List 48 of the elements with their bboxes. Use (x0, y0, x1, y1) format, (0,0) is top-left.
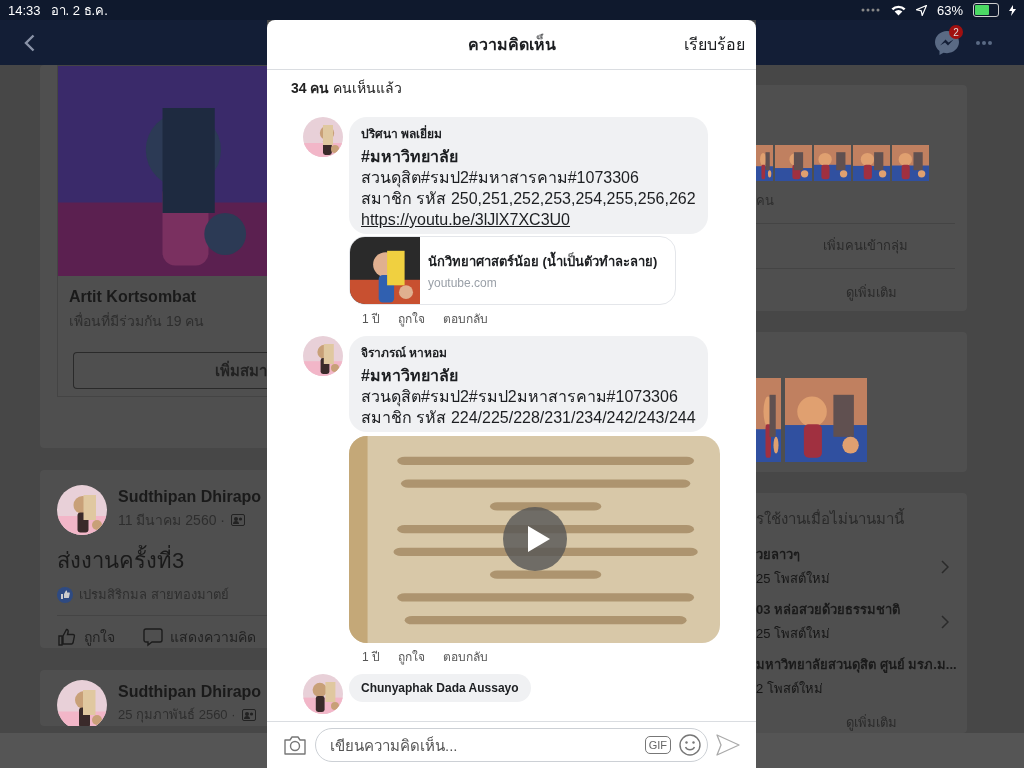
reply-link[interactable]: ตอบกลับ (443, 309, 488, 328)
done-button[interactable]: เรียบร้อย (684, 32, 745, 57)
gif-button[interactable]: GIF (644, 736, 671, 754)
new-posts-count: 25 โพสต์ใหม่ (756, 625, 832, 643)
like-link[interactable]: ถูกใจ (398, 647, 425, 666)
comment-text: สมาชิก รหัส 224/225/228/231/234/242/243/244 (361, 408, 696, 428)
smiley-icon[interactable] (679, 734, 701, 756)
reply-link[interactable]: ตอบกลับ (443, 647, 488, 666)
like-link[interactable]: ถูกใจ (398, 309, 425, 328)
seen-count: 34 คน คนเห็นแล้ว (291, 78, 404, 98)
battery-percent: 63% (936, 2, 963, 18)
back-chevron-icon[interactable] (24, 33, 35, 52)
notification-badge: 2 (949, 25, 963, 39)
commenter-name[interactable]: จิราภรณ์ หาหอม (361, 343, 696, 362)
comment-text: สวนดุสิต#รมป2#มหาสารคาม#1073306 (361, 168, 640, 188)
group-icon (231, 514, 245, 526)
preview-title: นักวิทยาศาสตร์น้อย (น้ำเป็นตัวทำละลาย) (428, 251, 658, 272)
link-preview-card[interactable]: นักวิทยาศาสตร์น้อย (น้ำเป็นตัวทำละลาย) youtube.com (349, 236, 676, 305)
hashtag-link[interactable]: #มหาวิทยาลัย (361, 365, 696, 386)
preview-domain: youtube.com (428, 276, 498, 290)
thumbs-up-icon (57, 627, 77, 647)
comment-text: สวนดุสิต#รมป2#รมป2มหาสารคาม#1073306 (361, 387, 679, 407)
new-posts-count: 25 โพสต์ใหม่ (756, 570, 832, 588)
more-dots-icon[interactable] (976, 40, 992, 45)
signal-dots-icon (860, 8, 881, 12)
date: อา. 2 ธ.ค. (50, 1, 108, 20)
play-button-icon[interactable] (503, 507, 567, 571)
dialog-title: ความคิดเห็น (467, 32, 556, 57)
group-icon (241, 708, 256, 721)
charging-bolt-icon (1009, 4, 1016, 16)
clock: 14:33 (8, 2, 41, 18)
battery-icon (973, 3, 999, 17)
speech-bubble-icon (143, 627, 163, 647)
new-posts-count: 2 โพสต์ใหม่ (756, 680, 824, 698)
chevron-right-icon[interactable] (941, 614, 949, 629)
chevron-right-icon[interactable] (941, 559, 949, 574)
commenter-name[interactable]: ปริศนา พลเยี่ยม (361, 124, 696, 143)
comment-text: สมาชิก รหัส 250,251,252,253,254,255,256,262 (361, 189, 696, 209)
location-arrow-icon (915, 4, 927, 16)
comment-time: 1 ปี (362, 649, 380, 666)
wifi-icon (890, 4, 906, 16)
send-icon[interactable] (716, 734, 740, 756)
like-badge-icon (57, 586, 73, 603)
camera-icon[interactable] (283, 735, 307, 755)
url-link[interactable]: https://youtu.be/3lJlX7XC3U0 (361, 209, 696, 230)
commenter-name[interactable]: Chunyaphak Dada Aussayo (361, 681, 519, 695)
comment-time: 1 ปี (362, 311, 380, 328)
hashtag-link[interactable]: #มหาวิทยาลัย (361, 146, 696, 167)
